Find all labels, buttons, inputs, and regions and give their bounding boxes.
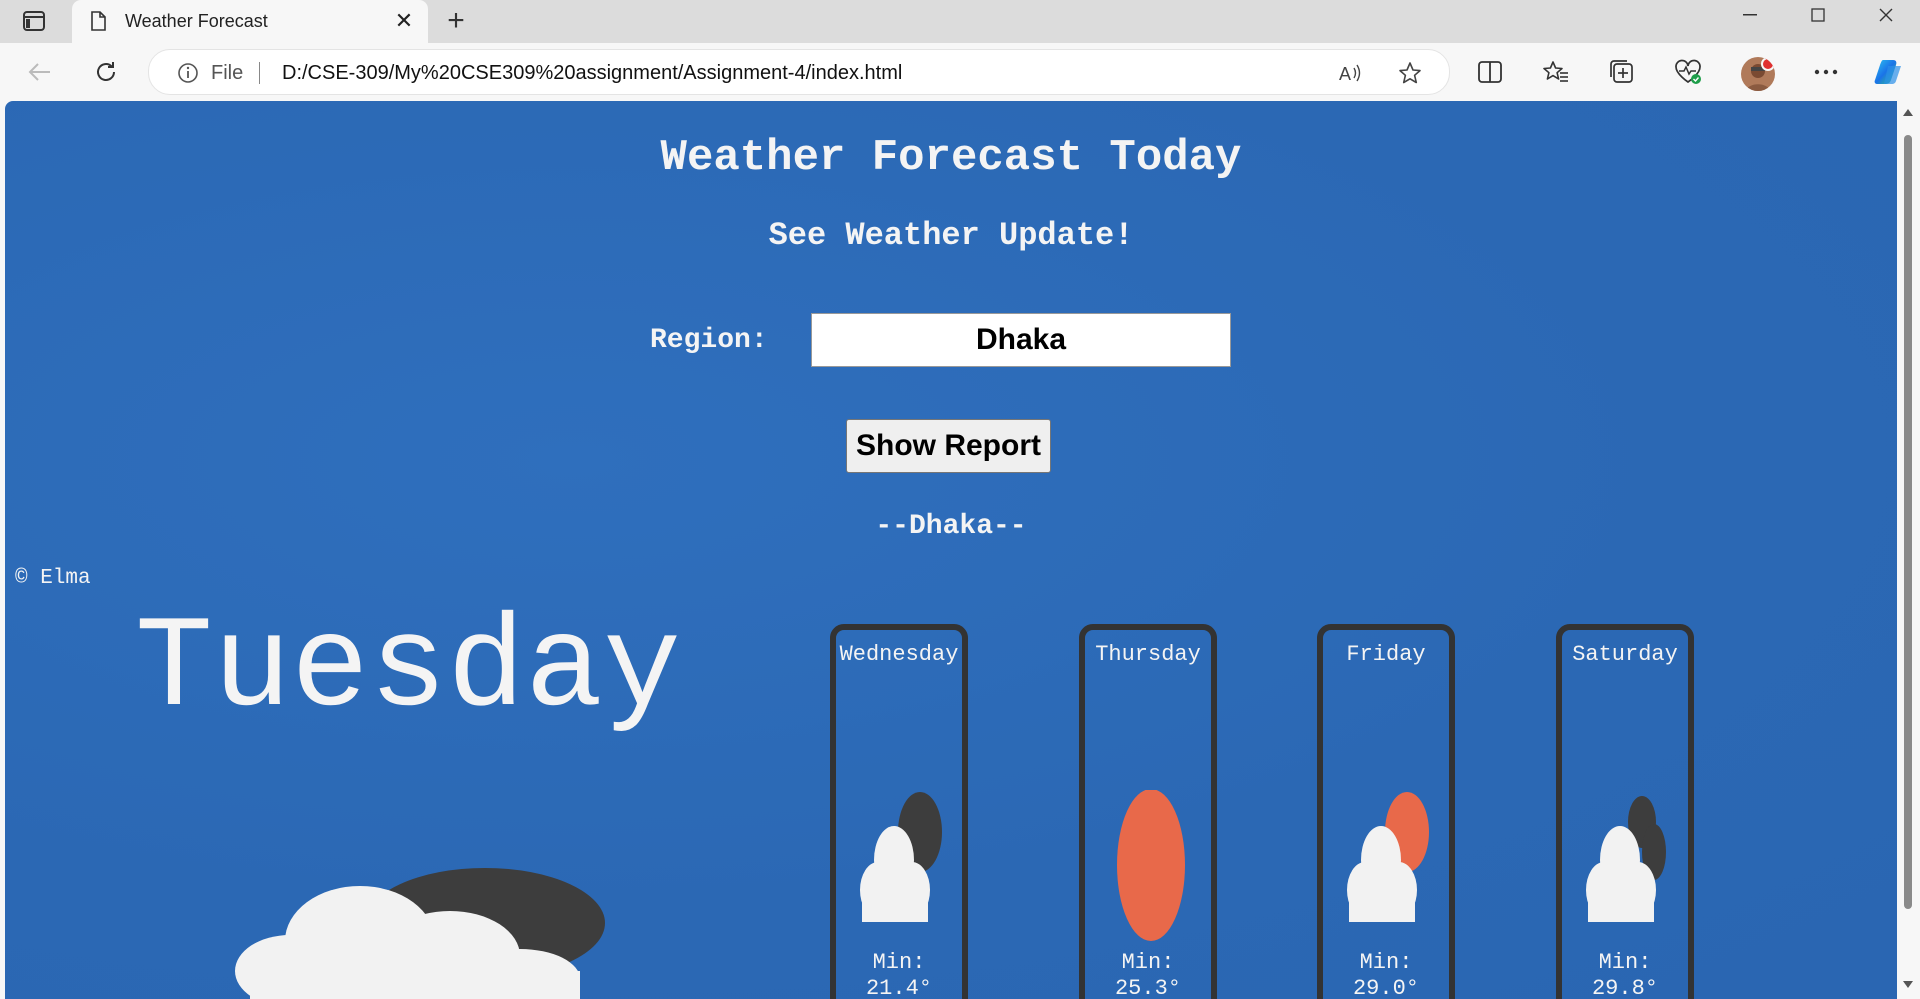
credit-text: © Elma	[15, 567, 91, 590]
show-report-button[interactable]: Show Report	[846, 419, 1051, 473]
page-icon	[90, 11, 108, 31]
svg-text:A: A	[1339, 64, 1351, 84]
tab-title: Weather Forecast	[125, 11, 268, 31]
profile-avatar[interactable]	[1741, 57, 1775, 91]
split-screen-icon[interactable]	[1475, 57, 1505, 87]
minimize-icon[interactable]	[1720, 0, 1780, 30]
tab-close-icon[interactable]: ✕	[392, 8, 416, 33]
forecast-min-label: Min:	[1598, 950, 1652, 975]
tab-bar: Weather Forecast ✕ +	[0, 0, 1920, 43]
browser-toolbar: File D:/CSE-309/My%20CSE309%20assignment…	[0, 43, 1920, 101]
region-label: Region:	[650, 325, 768, 356]
forecast-min-label: Min:	[872, 950, 926, 975]
cloudy-night-icon	[230, 861, 650, 999]
scrollbar-thumb[interactable]	[1904, 135, 1912, 909]
new-tab-icon[interactable]: +	[440, 4, 472, 37]
collections-icon[interactable]	[1607, 57, 1637, 87]
more-options-icon[interactable]	[1811, 57, 1841, 87]
partly-sunny-icon	[1345, 790, 1435, 935]
page-subtitle: See Weather Update!	[768, 217, 1134, 254]
forecast-min-value: 25.3°	[1114, 976, 1181, 999]
close-window-icon[interactable]	[1856, 0, 1916, 30]
forecast-min-label: Min:	[1121, 950, 1175, 975]
notification-dot	[1761, 57, 1775, 71]
page-title: Weather Forecast Today	[660, 133, 1242, 183]
cloudy-night-icon	[1584, 790, 1674, 935]
forecast-day: Friday	[1346, 642, 1426, 667]
forecast-min-value: 29.8°	[1591, 976, 1658, 999]
info-icon[interactable]	[177, 62, 199, 89]
forecast-card: Thursday Min: 25.3°	[1079, 624, 1217, 999]
city-heading: --Dhaka--	[875, 511, 1027, 542]
cloudy-night-icon	[858, 790, 948, 935]
address-bar[interactable]: File D:/CSE-309/My%20CSE309%20assignment…	[148, 49, 1450, 95]
page-viewport: Weather Forecast Today See Weather Updat…	[5, 101, 1897, 999]
forecast-min-value: 29.0°	[1352, 976, 1419, 999]
forecast-day: Wednesday	[839, 642, 959, 667]
sun-icon	[1107, 789, 1197, 955]
vertical-scrollbar[interactable]	[1897, 101, 1920, 999]
forecast-card: Wednesday Min: 21.4°	[830, 624, 968, 999]
reload-icon[interactable]	[90, 56, 122, 88]
back-arrow-icon[interactable]	[24, 56, 56, 88]
scroll-down-icon[interactable]	[1903, 981, 1913, 988]
favorite-star-icon[interactable]	[1397, 60, 1423, 86]
forecast-day: Thursday	[1095, 642, 1201, 667]
region-input[interactable]	[811, 313, 1231, 367]
read-aloud-icon[interactable]: A	[1337, 60, 1363, 86]
forecast-min-label: Min:	[1359, 950, 1413, 975]
forecast-card: Saturday Min: 29.8°	[1556, 624, 1694, 999]
file-label: File	[211, 62, 244, 84]
favorites-icon[interactable]	[1541, 57, 1571, 87]
copilot-icon[interactable]	[1874, 57, 1904, 87]
browser-essentials-icon[interactable]	[1673, 57, 1703, 87]
maximize-icon[interactable]	[1788, 0, 1848, 30]
omnibox-separator	[259, 62, 260, 84]
tab-actions-icon[interactable]	[20, 8, 48, 34]
forecast-card: Friday Min: 29.0°	[1317, 624, 1455, 999]
scroll-up-icon[interactable]	[1903, 109, 1913, 116]
forecast-day: Saturday	[1572, 642, 1678, 667]
forecast-min-value: 21.4°	[865, 976, 932, 999]
url-text[interactable]: D:/CSE-309/My%20CSE309%20assignment/Assi…	[282, 62, 902, 85]
active-tab[interactable]: Weather Forecast ✕	[72, 0, 428, 43]
today-day: Tuesday	[135, 597, 682, 744]
